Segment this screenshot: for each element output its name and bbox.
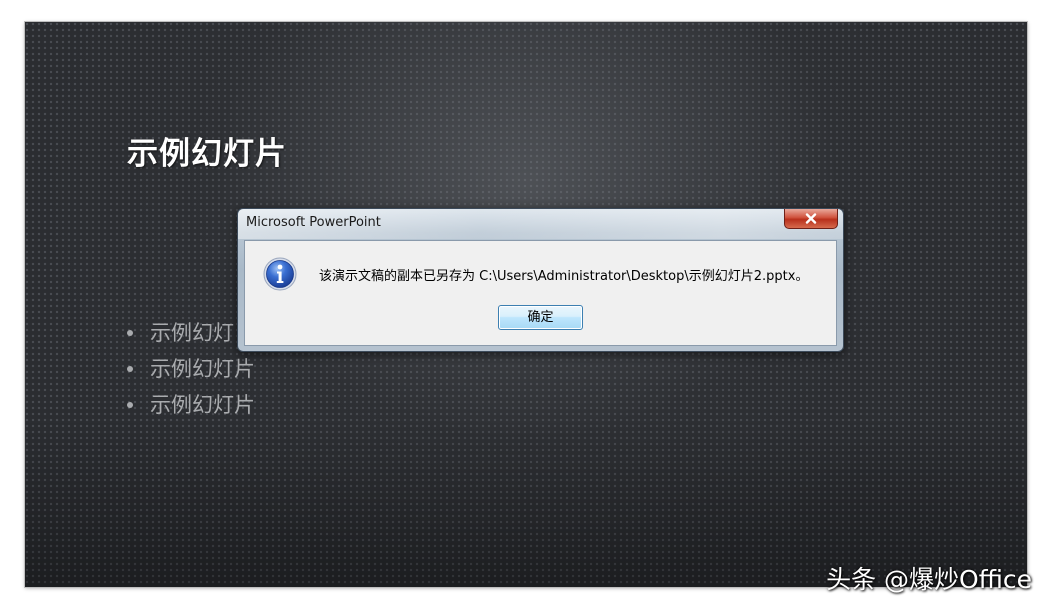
ok-button[interactable]: 确定 bbox=[498, 305, 583, 330]
screenshot-frame: 示例幻灯片 示例幻灯 示例幻灯片 示例幻灯片 Microsoft PowerPo… bbox=[0, 0, 1052, 612]
bullet-text: 示例幻灯片 bbox=[150, 393, 255, 417]
bullet-text: 示例幻灯 bbox=[150, 321, 234, 345]
bullet-dot-icon bbox=[127, 330, 133, 336]
info-icon bbox=[263, 257, 297, 291]
bullet-dot-icon bbox=[127, 402, 133, 408]
dialog-body: 该演示文稿的副本已另存为 C:\Users\Administrator\Desk… bbox=[244, 240, 837, 346]
dialog-message: 该演示文稿的副本已另存为 C:\Users\Administrator\Desk… bbox=[319, 269, 809, 284]
bullet-dot-icon bbox=[127, 366, 133, 372]
bullet-text: 示例幻灯片 bbox=[150, 357, 255, 381]
watermark-text: 头条 @爆炒Office bbox=[826, 565, 1032, 594]
bullet-item[interactable]: 示例幻灯 bbox=[125, 315, 255, 351]
close-button[interactable] bbox=[784, 209, 838, 229]
bullet-list[interactable]: 示例幻灯 示例幻灯片 示例幻灯片 bbox=[125, 315, 255, 423]
bullet-item[interactable]: 示例幻灯片 bbox=[125, 387, 255, 423]
dialog-title: Microsoft PowerPoint bbox=[246, 215, 381, 230]
slide-title[interactable]: 示例幻灯片 bbox=[127, 128, 287, 173]
message-dialog: Microsoft PowerPoint 该演示文稿的副本已另存为 C:\Use… bbox=[237, 208, 844, 352]
close-icon bbox=[805, 213, 817, 224]
bullet-item[interactable]: 示例幻灯片 bbox=[125, 351, 255, 387]
